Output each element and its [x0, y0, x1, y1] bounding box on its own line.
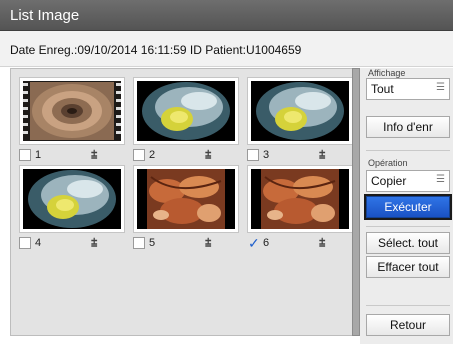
thumbnail-number: 6: [263, 237, 270, 249]
image-thumbnail[interactable]: [19, 165, 125, 233]
annotation-icon: ⩲: [205, 149, 212, 161]
window-title: List Image: [10, 7, 80, 24]
title-bar: List Image: [0, 0, 453, 31]
thumbnail-number: 2: [149, 149, 156, 161]
record-info-button[interactable]: Info d'enr: [366, 116, 450, 138]
select-checkbox[interactable]: [247, 149, 259, 161]
select-checkbox[interactable]: [133, 237, 145, 249]
operation-select-value: Copier: [371, 174, 407, 188]
thumbnail-number: 1: [35, 149, 42, 161]
colon-image: [23, 169, 121, 229]
thumbnail-1[interactable]: 1 ⩲: [19, 77, 129, 167]
image-thumbnail[interactable]: [247, 77, 353, 145]
grid-scrollbar[interactable]: [352, 68, 360, 336]
thumbnail-3[interactable]: 3 ⩲: [247, 77, 357, 167]
record-info-text: Date Enreg.:09/10/2014 16:11:59 ID Patie…: [10, 43, 302, 57]
divider: [366, 305, 450, 306]
annotation-icon: ⩲: [91, 237, 98, 249]
operation-select[interactable]: Copier ☰: [366, 170, 450, 192]
select-all-button[interactable]: Sélect. tout: [366, 232, 450, 254]
execute-button[interactable]: Exécuter: [366, 196, 450, 218]
thumbnail-4[interactable]: 4 ⩲: [19, 165, 129, 255]
endoscopy-film-image: [23, 81, 121, 141]
image-grid: 1 ⩲ 2 ⩲ 3 ⩲ 4 ⩲ 5 ⩲ ✓ 6 ⩲: [10, 68, 358, 336]
affichage-label: Affichage: [368, 68, 406, 78]
thumbnail-number: 5: [149, 237, 156, 249]
divider: [366, 150, 450, 151]
annotation-icon: ⩲: [205, 237, 212, 249]
select-checkbox[interactable]: [133, 149, 145, 161]
display-select[interactable]: Tout ☰: [366, 78, 450, 100]
annotation-icon: ⩲: [319, 149, 326, 161]
colon-image: [137, 81, 235, 141]
annotation-icon: ⩲: [91, 149, 98, 161]
colon-image: [251, 81, 349, 141]
record-info-bar: Date Enreg.:09/10/2014 16:11:59 ID Patie…: [0, 31, 453, 67]
select-checkbox[interactable]: [19, 237, 31, 249]
thumbnail-number: 4: [35, 237, 42, 249]
image-thumbnail[interactable]: [19, 77, 125, 145]
thumbnail-5[interactable]: 5 ⩲: [133, 165, 243, 255]
list-icon: ☰: [436, 174, 445, 185]
annotation-icon: ⩲: [319, 237, 326, 249]
surgery-image: [137, 169, 235, 229]
image-thumbnail[interactable]: [133, 165, 239, 233]
thumbnail-number: 3: [263, 149, 270, 161]
display-select-value: Tout: [371, 82, 394, 96]
image-thumbnail[interactable]: [133, 77, 239, 145]
image-thumbnail[interactable]: [247, 165, 353, 233]
operation-label: Opération: [368, 158, 408, 168]
divider: [366, 226, 450, 227]
thumbnail-6[interactable]: 6 ⩲: [247, 165, 357, 255]
back-button[interactable]: Retour: [366, 314, 450, 336]
select-checkbox-checked[interactable]: [247, 235, 260, 252]
clear-all-button[interactable]: Effacer tout: [366, 256, 450, 278]
thumbnail-2[interactable]: 2 ⩲: [133, 77, 243, 167]
surgery-image: [251, 169, 349, 229]
list-icon: ☰: [436, 82, 445, 93]
select-checkbox[interactable]: [19, 149, 31, 161]
